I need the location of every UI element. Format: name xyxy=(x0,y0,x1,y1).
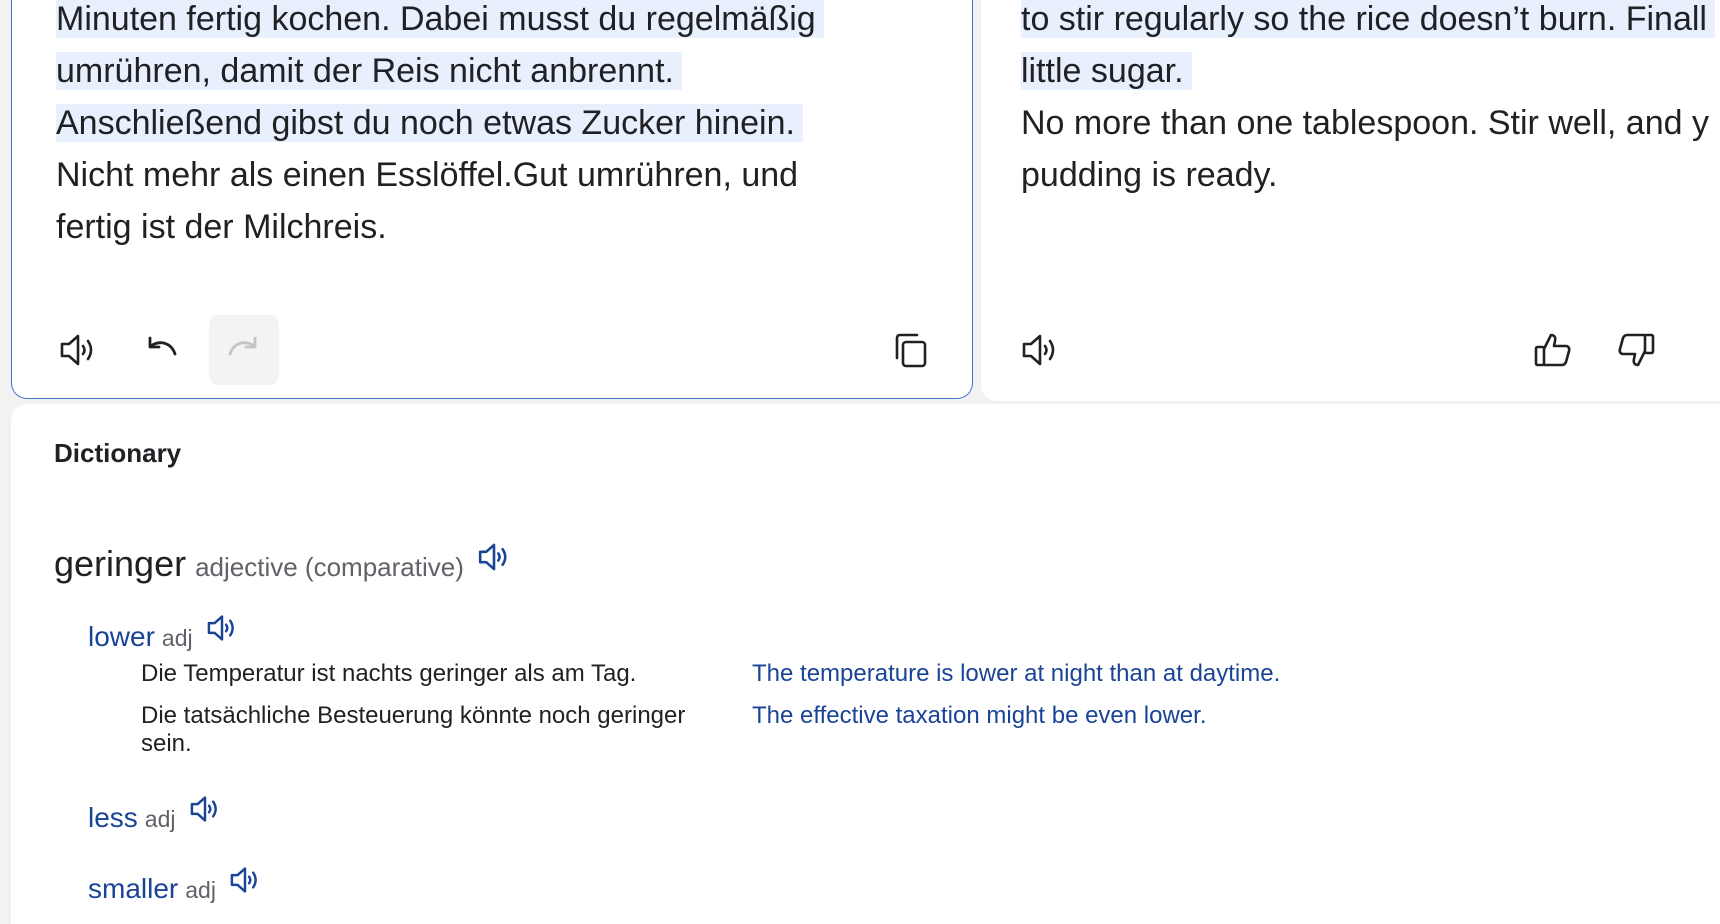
speaker-icon xyxy=(1022,334,1055,366)
copy-button[interactable] xyxy=(876,315,946,385)
source-line: Minuten fertig kochen. Dabei musst du re… xyxy=(56,0,824,45)
translation-text[interactable]: to stir regularly so the rice doesn’t bu… xyxy=(1021,0,1720,201)
listen-source-button[interactable] xyxy=(43,315,113,385)
listen-sense-button[interactable] xyxy=(204,610,240,646)
example-sentence-english: The effective taxation might be even low… xyxy=(752,702,1207,729)
dictionary-headword-row: geringer adjective (comparative) xyxy=(54,538,513,585)
listen-translation-button[interactable] xyxy=(1005,315,1075,385)
source-line: Nicht mehr als einen Esslöffel.Gut umrüh… xyxy=(56,156,799,194)
redo-button[interactable] xyxy=(209,315,279,385)
undo-icon xyxy=(148,336,177,356)
headword-part-of-speech: adjective (comparative) xyxy=(195,552,464,582)
source-text[interactable]: Minuten fertig kochen. Dabei musst du re… xyxy=(56,0,824,253)
speaker-icon xyxy=(190,796,217,822)
translation-panel: to stir regularly so the rice doesn’t bu… xyxy=(981,0,1720,401)
sense-word-link[interactable]: smaller xyxy=(88,873,178,905)
listen-sense-button[interactable] xyxy=(227,862,263,898)
speaker-icon xyxy=(230,867,257,893)
sense-part-of-speech: adj xyxy=(144,806,176,832)
thumbs-up-icon xyxy=(1534,333,1571,367)
speaker-icon xyxy=(60,334,93,366)
source-line: Anschließend gibst du noch etwas Zucker … xyxy=(56,97,824,149)
bad-translation-button[interactable] xyxy=(1601,315,1671,385)
thumbs-down-icon xyxy=(1618,333,1655,367)
dictionary-title: Dictionary xyxy=(54,438,182,468)
undo-button[interactable] xyxy=(126,315,196,385)
dictionary-panel: Dictionary geringer adjective (comparati… xyxy=(11,404,1720,924)
sense-word-link[interactable]: less xyxy=(88,802,138,834)
translation-line: pudding is ready. xyxy=(1021,156,1278,194)
listen-headword-button[interactable] xyxy=(475,538,513,576)
sense-part-of-speech: adj xyxy=(185,877,216,903)
example-sentence-german: Die tatsächliche Besteuerung könnte noch… xyxy=(141,702,686,757)
speaker-icon xyxy=(478,543,507,571)
example-sentence-german: Die Temperatur ist nachts geringer als a… xyxy=(141,660,637,687)
dictionary-sense: less adj xyxy=(88,791,223,834)
source-line: umrühren, damit der Reis nicht anbrennt. xyxy=(56,45,824,97)
translation-line: No more than one tablespoon. Stir well, … xyxy=(1021,104,1709,142)
example-sentence-english: The temperature is lower at night than a… xyxy=(752,660,1281,687)
source-text-panel[interactable]: Minuten fertig kochen. Dabei musst du re… xyxy=(11,0,973,399)
redo-icon xyxy=(228,336,257,356)
listen-sense-button[interactable] xyxy=(187,791,223,827)
dictionary-headword: geringer xyxy=(54,543,187,584)
dictionary-sense: lower adj xyxy=(88,610,240,653)
copy-icon xyxy=(895,333,927,368)
translation-line: to stir regularly so the rice doesn’t bu… xyxy=(1021,0,1720,45)
sense-part-of-speech: adj xyxy=(161,625,193,651)
sense-word-link[interactable]: lower xyxy=(88,621,155,653)
source-line: fertig ist der Milchreis. xyxy=(56,208,387,246)
good-translation-button[interactable] xyxy=(1518,315,1588,385)
speaker-icon xyxy=(207,615,234,641)
dictionary-sense: smaller adj xyxy=(88,862,263,905)
translation-line: little sugar. xyxy=(1021,45,1720,97)
